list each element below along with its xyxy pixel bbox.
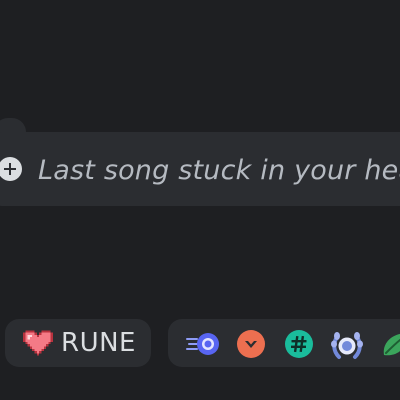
laurel-badge-icon[interactable]: [330, 329, 363, 359]
leaf-badge-icon[interactable]: [380, 329, 400, 359]
profile-panel: Last song stuck in your hea RUNE: [0, 0, 400, 400]
server-tag-pill[interactable]: RUNE: [5, 319, 151, 367]
speed-orb-badge-icon[interactable]: [186, 329, 219, 359]
custom-status-placeholder[interactable]: Last song stuck in your hea: [38, 153, 400, 189]
plus-circle-icon[interactable]: [0, 157, 22, 181]
chevron-badge-icon[interactable]: [236, 329, 266, 359]
server-tag-label: RUNE: [61, 328, 136, 358]
hashtag-badge-icon[interactable]: [284, 329, 314, 359]
badges-bar: [168, 319, 400, 367]
pixel-heart-icon: [23, 330, 53, 356]
